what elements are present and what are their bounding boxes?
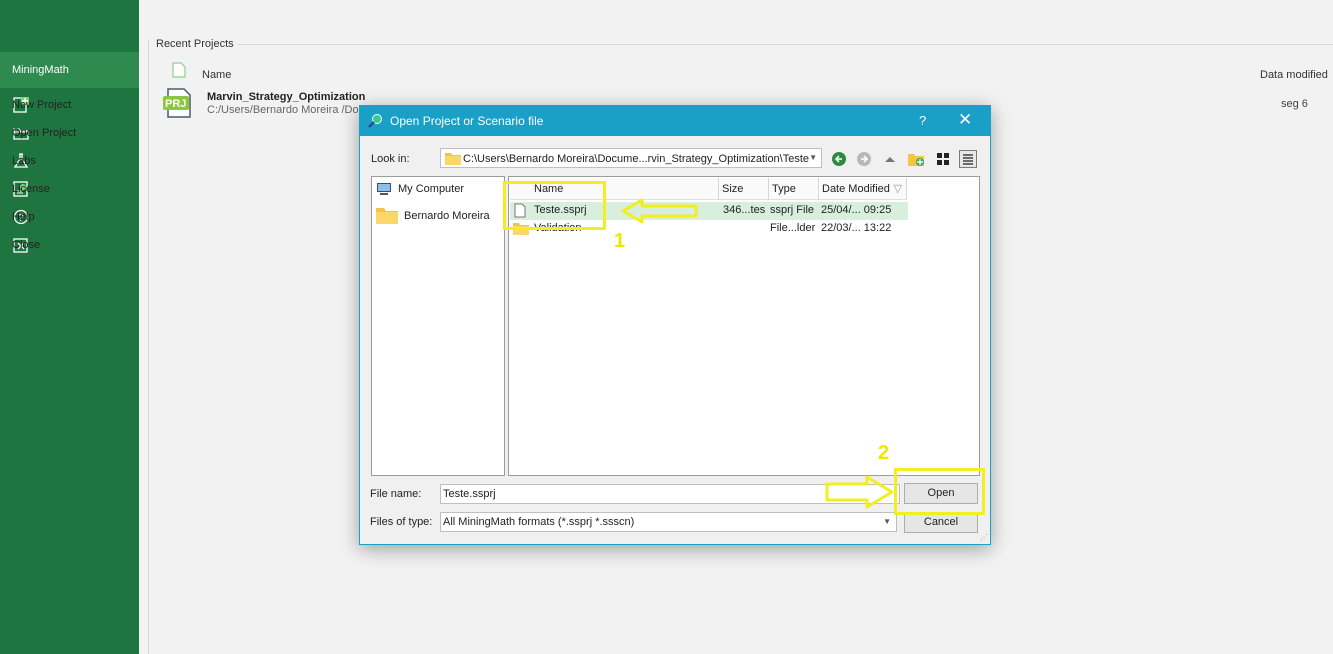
divider	[236, 44, 1333, 45]
new-folder-button[interactable]	[907, 150, 925, 168]
sidebar: MiningMath New Project Open Project Labs…	[0, 0, 139, 654]
forward-button[interactable]	[855, 150, 873, 168]
column-header-type[interactable]: Type	[769, 178, 819, 200]
app-name: MiningMath	[0, 52, 139, 88]
column-header-modified[interactable]: Data modified	[1260, 69, 1328, 81]
sidebar-item-open-project[interactable]: Open Project	[12, 122, 137, 144]
arrow-up-icon	[885, 157, 895, 162]
recent-project-name[interactable]: Marvin_Strategy_Optimization	[207, 91, 365, 103]
annotation-arrow-right-icon	[825, 475, 894, 509]
sidebar-item-label: Help	[12, 211, 35, 223]
column-header-date[interactable]: Date Modified ▽	[819, 178, 907, 200]
place-user-folder[interactable]: Bernardo Moreira	[376, 207, 490, 224]
dialog-titlebar[interactable]: Open Project or Scenario file ? ✕	[360, 106, 990, 136]
grid-view-icon	[937, 153, 949, 165]
help-button[interactable]: ?	[919, 113, 926, 128]
file-type-select[interactable]: All MiningMath formats (*.ssprj *.ssscn)…	[440, 512, 897, 532]
file-date: 22/03/... 13:22	[821, 222, 892, 234]
annotation-highlight-file	[503, 181, 606, 230]
dialog-title: Open Project or Scenario file	[390, 114, 544, 128]
annotation-highlight-open	[894, 468, 985, 515]
sidebar-item-label: License	[12, 183, 50, 195]
file-size: 346...tes	[723, 204, 766, 216]
sidebar-item-license[interactable]: License	[12, 178, 137, 200]
back-button[interactable]	[830, 150, 848, 168]
cancel-button[interactable]: Cancel	[904, 512, 978, 533]
file-name-label: File name:	[370, 488, 422, 500]
list-view-button[interactable]	[934, 150, 952, 168]
sidebar-item-labs[interactable]: Labs	[12, 150, 137, 172]
place-my-computer[interactable]: My Computer	[376, 182, 464, 196]
look-in-label: Look in:	[371, 153, 410, 165]
computer-icon	[376, 182, 392, 196]
chevron-down-icon: ▼	[809, 153, 817, 162]
resize-grip-icon[interactable]: ⋰	[980, 533, 988, 542]
arrow-left-icon	[832, 152, 846, 166]
column-header-size[interactable]: Size	[719, 178, 769, 200]
detail-view-button[interactable]	[959, 150, 977, 168]
sidebar-item-new-project[interactable]: New Project	[12, 94, 137, 116]
file-type-label: Files of type:	[370, 516, 433, 528]
sidebar-item-label: Close	[12, 239, 41, 251]
sidebar-item-label: Open Project	[12, 127, 77, 139]
svg-text:PRJ: PRJ	[165, 98, 186, 110]
project-file-icon: PRJ	[162, 88, 194, 121]
sidebar-item-label: Labs	[12, 155, 36, 167]
look-in-path: C:\Users\Bernardo Moreira\Docume...rvin_…	[463, 153, 810, 165]
chevron-down-icon: ▼	[883, 517, 891, 526]
search-icon	[368, 113, 384, 132]
annotation-step-2: 2	[878, 442, 890, 464]
detail-view-icon	[963, 154, 973, 165]
folder-icon	[445, 152, 461, 168]
look-in-combobox[interactable]: C:\Users\Bernardo Moreira\Docume...rvin_…	[440, 148, 822, 168]
parent-folder-button[interactable]	[881, 150, 899, 168]
annotation-step-1: 1	[614, 230, 626, 252]
places-sidebar: My Computer Bernardo Moreira	[371, 176, 505, 476]
file-date: 25/04/... 09:25	[821, 204, 892, 216]
divider	[148, 40, 149, 654]
annotation-arrow-left-icon	[621, 198, 698, 224]
arrow-right-icon	[857, 152, 871, 166]
recent-projects-title: Recent Projects	[156, 38, 238, 50]
new-folder-icon	[907, 154, 924, 166]
sidebar-item-close[interactable]: Close	[12, 234, 137, 256]
document-icon	[172, 62, 186, 81]
dialog-close-button[interactable]: ✕	[958, 110, 972, 130]
file-type: File...lder	[770, 222, 816, 234]
file-type: ssprj File	[770, 204, 815, 216]
recent-project-path: C:/Users/Bernardo Moreira /Docu	[207, 104, 371, 116]
sort-arrow-icon: ▽	[893, 183, 902, 195]
sidebar-item-label: New Project	[12, 99, 72, 111]
column-header-name[interactable]: Name	[202, 69, 231, 81]
recent-project-date: seg 6	[1281, 98, 1308, 110]
folder-icon	[376, 207, 398, 224]
sidebar-item-help[interactable]: ? Help	[12, 206, 137, 228]
